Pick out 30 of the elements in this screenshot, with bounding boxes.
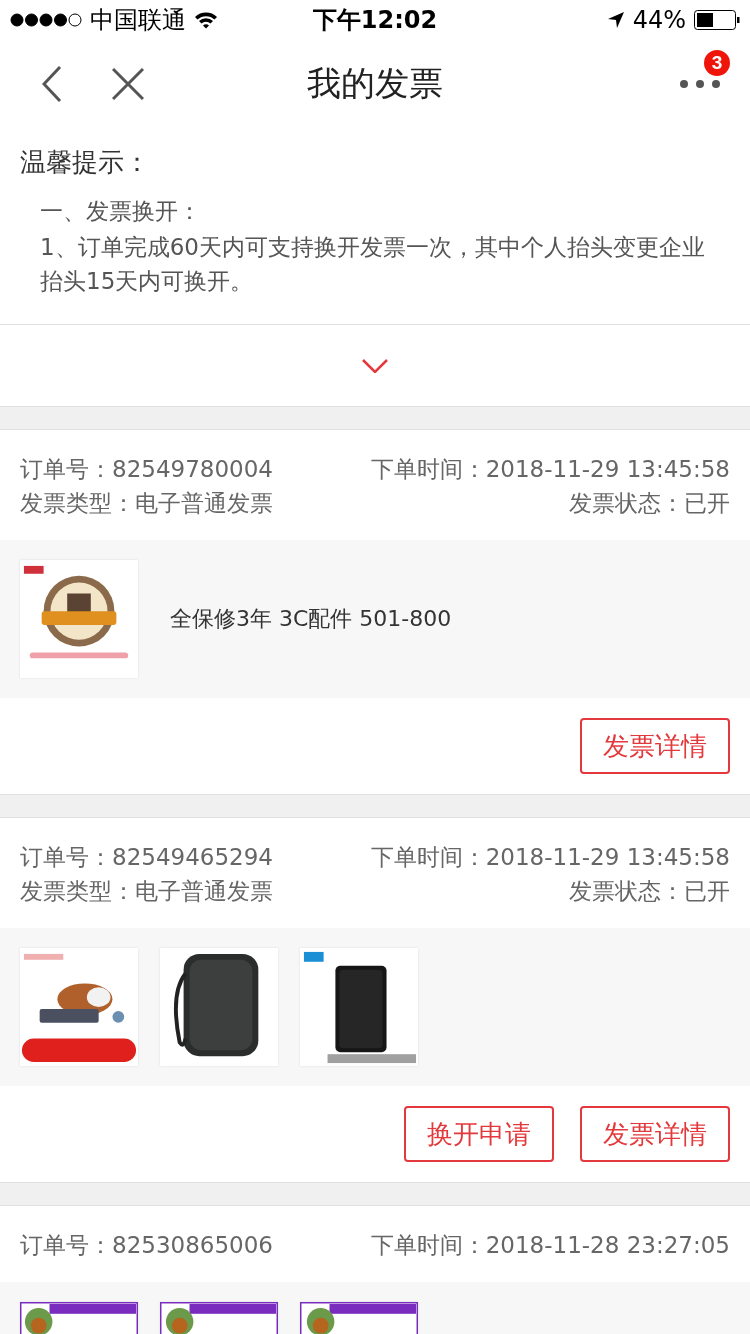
page-title: 我的发票	[306, 62, 444, 105]
back-icon	[42, 66, 62, 102]
order-time: 下单时间：2018-11-29 13:45:58	[370, 843, 730, 872]
order-time: 下单时间：2018-11-29 13:45:58	[370, 455, 730, 484]
tips-title: 温馨提示：	[20, 146, 151, 179]
invoice-status: 发票状态：已开	[569, 877, 730, 906]
chevron-down-icon[interactable]	[362, 358, 388, 373]
invoice-type: 发票类型：电子普通发票	[20, 877, 273, 906]
battery-icon	[694, 10, 740, 30]
invoice-action-button[interactable]: 换开申请	[404, 1106, 554, 1162]
order-number: 订单号：82530865006	[20, 1231, 273, 1260]
more-icon	[679, 79, 721, 89]
order-number: 订单号：82549465294	[20, 843, 273, 872]
invoice-status: 发票状态：已开	[569, 489, 730, 518]
location-icon	[606, 11, 625, 29]
order-time: 下单时间：2018-11-28 23:27:05	[370, 1231, 730, 1260]
notification-badge: 3	[704, 50, 730, 76]
order-number: 订单号：82549780004	[20, 455, 273, 484]
invoice-type: 发票类型：电子普通发票	[20, 489, 273, 518]
signal-icon	[10, 13, 82, 27]
tips-text: 1、订单完成60天内可支持换开发票一次，其中个人抬头变更企业抬头15天内可换开。	[39, 233, 706, 296]
invoice-action-button[interactable]: 发票详情	[580, 1106, 730, 1162]
tips-heading: 一、发票换开：	[39, 197, 202, 226]
clock: 下午12:02	[311, 5, 439, 36]
invoice-action-button[interactable]: 发票详情	[580, 718, 730, 774]
battery-percent: 44%	[632, 6, 686, 34]
carrier: 中国联通	[90, 5, 186, 36]
close-icon	[112, 68, 144, 100]
product-name: 全保修3年 3C配件 501-800	[170, 605, 452, 633]
wifi-icon	[194, 11, 218, 29]
